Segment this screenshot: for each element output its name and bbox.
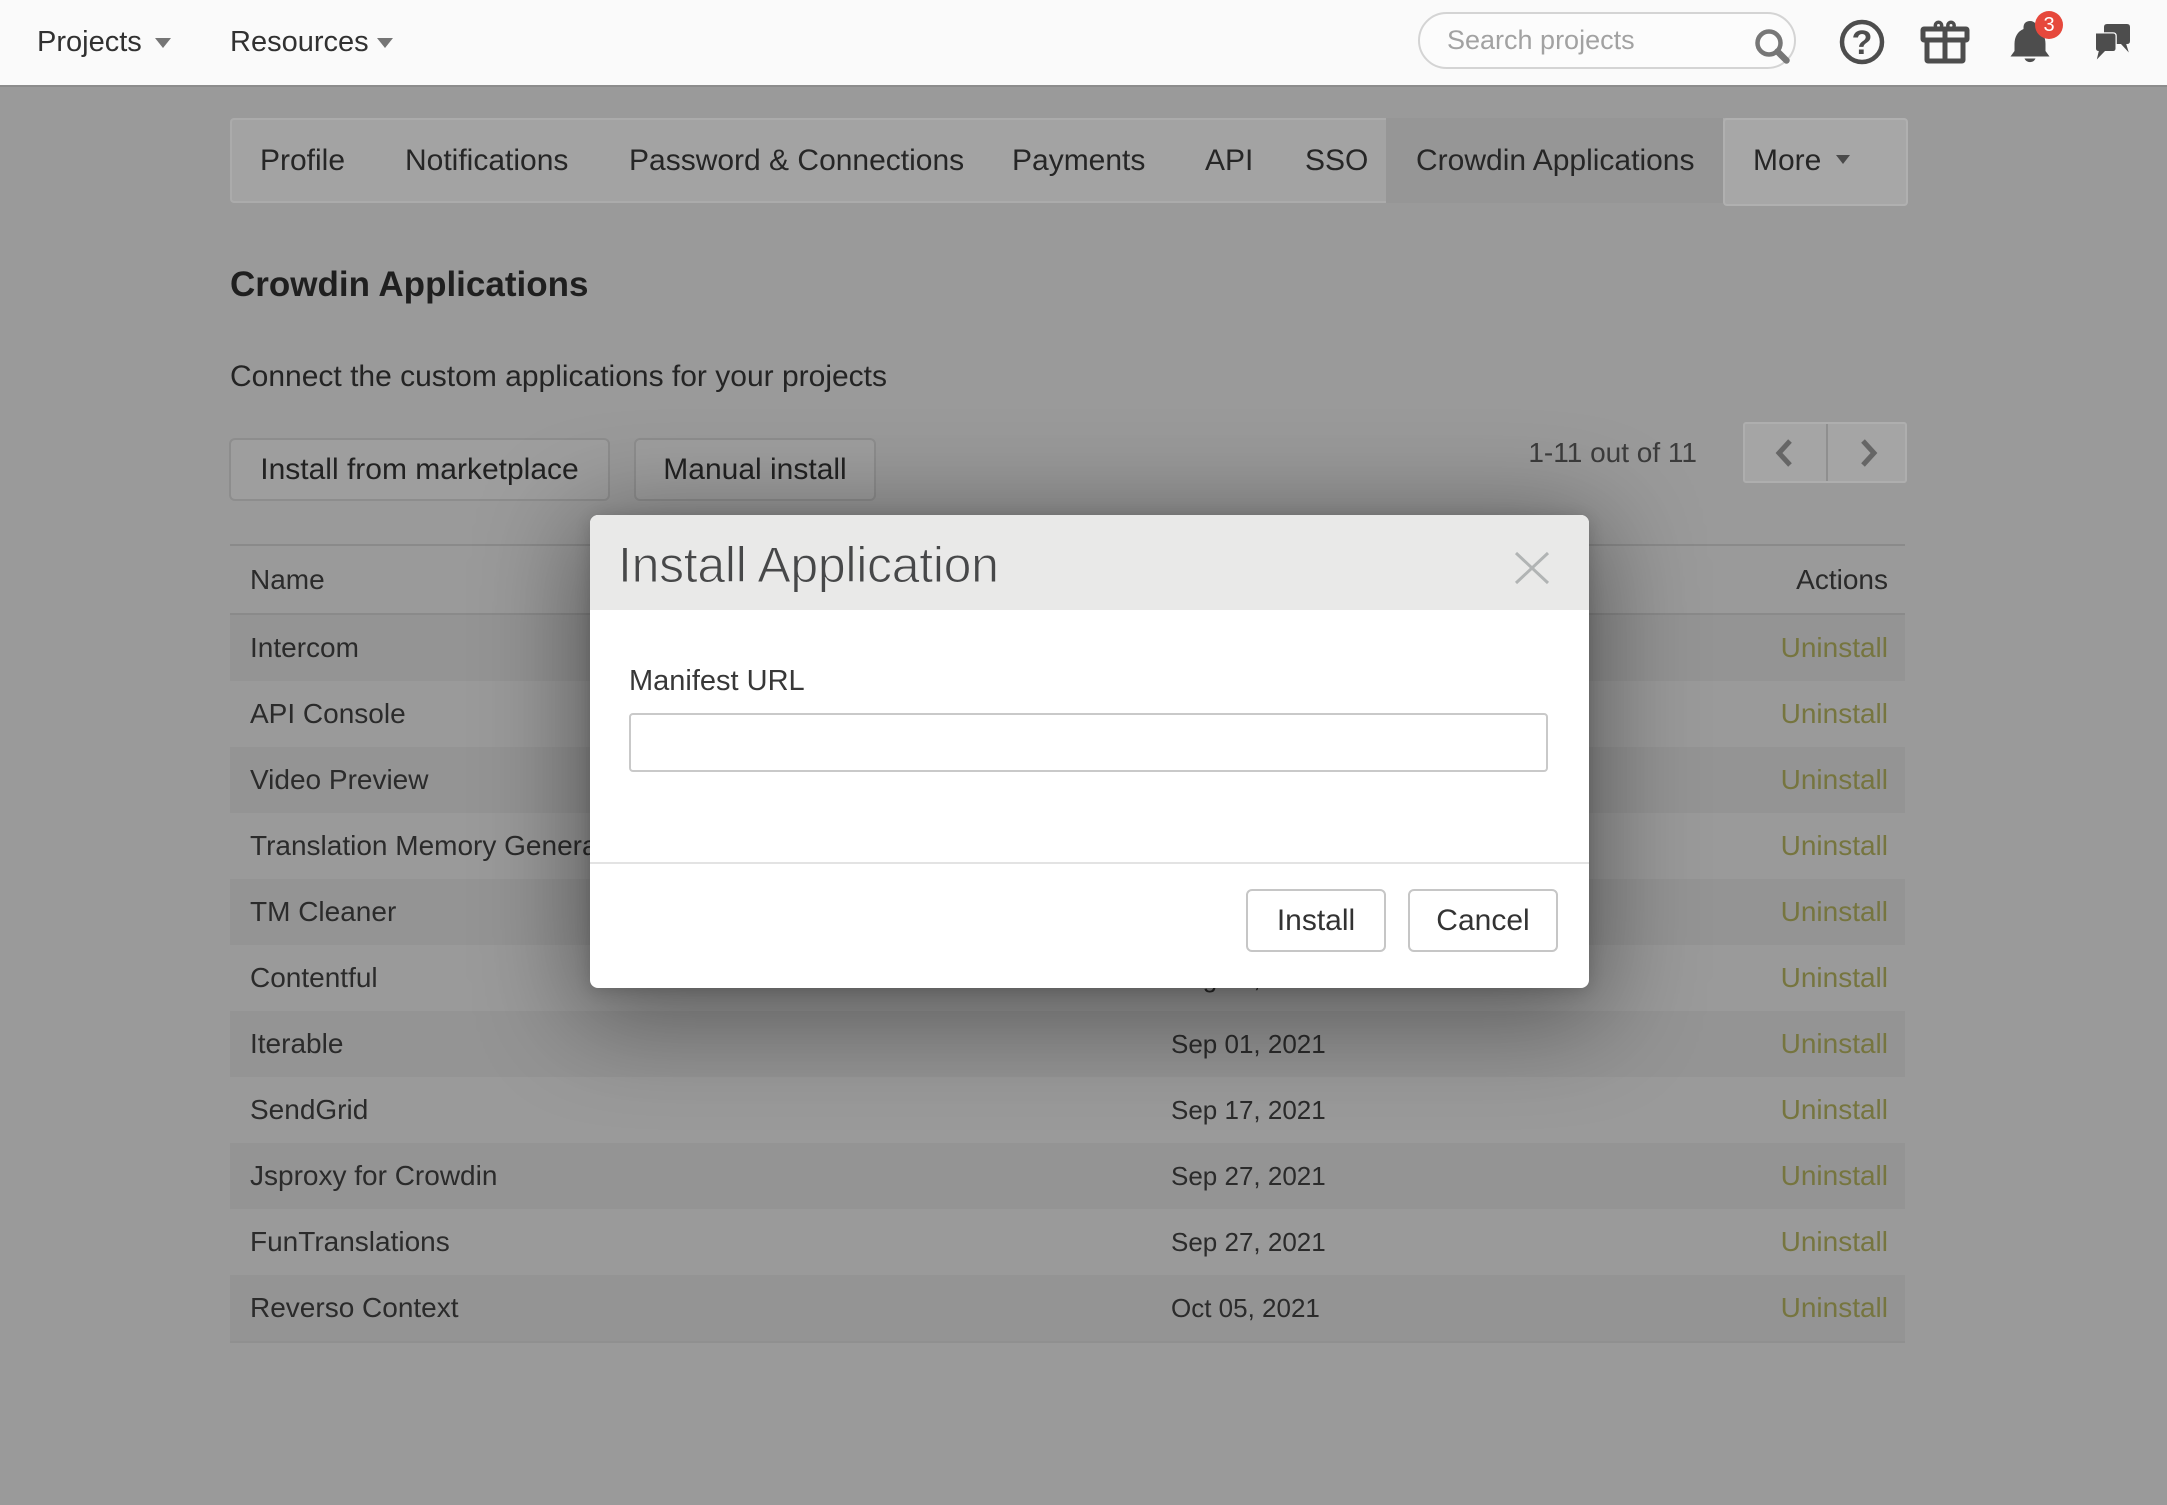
svg-text:?: ? [1852, 24, 1873, 62]
